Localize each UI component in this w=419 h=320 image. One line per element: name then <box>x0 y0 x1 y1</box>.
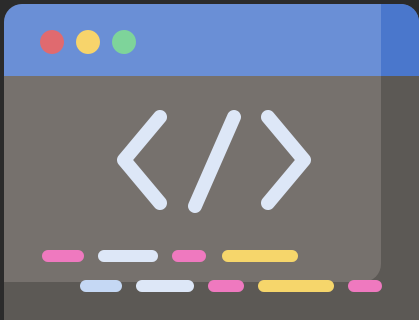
minimize-dot[interactable] <box>76 30 100 54</box>
code-window <box>4 4 419 320</box>
code-token <box>208 280 244 292</box>
code-token <box>258 280 334 292</box>
code-token <box>98 250 158 262</box>
code-token <box>80 280 122 292</box>
code-token <box>136 280 194 292</box>
close-dot[interactable] <box>40 30 64 54</box>
code-token <box>42 250 84 262</box>
code-token <box>172 250 206 262</box>
code-token <box>348 280 382 292</box>
code-token <box>222 250 298 262</box>
title-bar-shade <box>381 4 419 76</box>
stage <box>0 0 419 320</box>
title-bar <box>4 4 419 76</box>
maximize-dot[interactable] <box>112 30 136 54</box>
